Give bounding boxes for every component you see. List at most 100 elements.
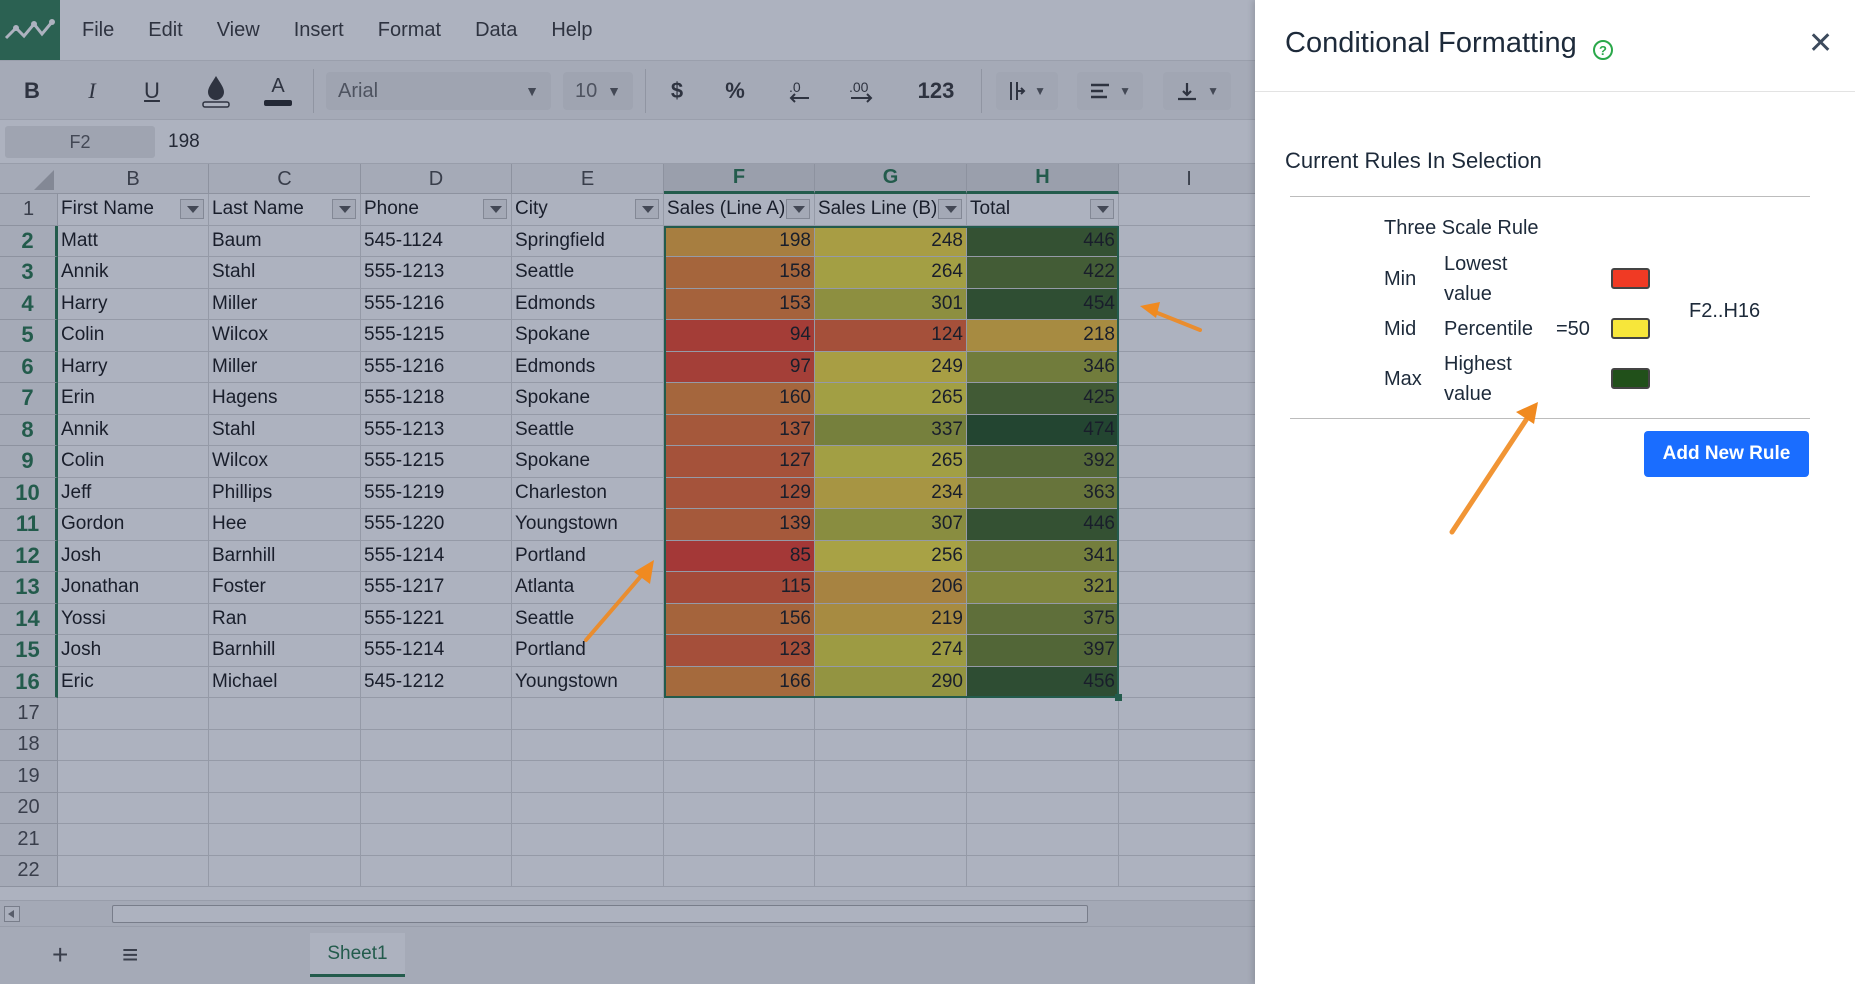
table-cell[interactable]: 307 [815, 509, 967, 541]
table-cell[interactable]: 555-1215 [361, 446, 512, 478]
empty-cell[interactable] [1119, 194, 1260, 226]
table-cell[interactable]: 156 [664, 603, 815, 635]
table-cell[interactable]: Ran [209, 603, 361, 635]
row-header-5[interactable]: 5 [0, 320, 58, 352]
filter-dropdown-icon[interactable] [180, 199, 204, 219]
empty-cell[interactable] [1119, 509, 1260, 541]
table-cell[interactable]: 555-1214 [361, 540, 512, 572]
empty-cell[interactable] [1119, 855, 1260, 887]
underline-button[interactable]: U [132, 69, 172, 113]
table-cell[interactable]: 115 [664, 572, 815, 604]
add-sheet-icon[interactable]: + [52, 939, 68, 971]
table-cell[interactable]: 198 [664, 225, 815, 257]
empty-cell[interactable] [1119, 824, 1260, 856]
empty-cell[interactable] [361, 698, 512, 730]
header-cell[interactable]: Last Name [209, 194, 361, 226]
table-cell[interactable]: Hee [209, 509, 361, 541]
borders-select[interactable]: ▼ [996, 72, 1058, 110]
empty-cell[interactable] [58, 824, 209, 856]
table-cell[interactable]: 85 [664, 540, 815, 572]
table-cell[interactable]: 555-1215 [361, 320, 512, 352]
table-cell[interactable]: 454 [967, 288, 1119, 320]
empty-cell[interactable] [512, 792, 664, 824]
empty-cell[interactable] [512, 855, 664, 887]
spreadsheet-grid[interactable]: BCDEFGHI 1 First Name Last Name Phone City Sa… [0, 164, 1260, 894]
table-cell[interactable]: 555-1216 [361, 351, 512, 383]
table-cell[interactable]: Stahl [209, 257, 361, 289]
table-cell[interactable]: 153 [664, 288, 815, 320]
table-cell[interactable]: 160 [664, 383, 815, 415]
header-cell[interactable]: City [512, 194, 664, 226]
table-cell[interactable]: 397 [967, 635, 1119, 667]
column-header-e[interactable]: E [512, 164, 664, 194]
table-cell[interactable]: Youngstown [512, 666, 664, 698]
empty-cell[interactable] [58, 761, 209, 793]
table-cell[interactable]: 274 [815, 635, 967, 667]
table-cell[interactable]: 555-1213 [361, 414, 512, 446]
table-cell[interactable]: 264 [815, 257, 967, 289]
empty-cell[interactable] [1119, 351, 1260, 383]
help-icon[interactable]: ? [1593, 40, 1613, 60]
menu-format[interactable]: Format [378, 19, 441, 42]
table-cell[interactable]: Seattle [512, 603, 664, 635]
table-cell[interactable]: Annik [58, 257, 209, 289]
header-cell[interactable]: Phone [361, 194, 512, 226]
table-cell[interactable]: Edmonds [512, 288, 664, 320]
empty-cell[interactable] [1119, 540, 1260, 572]
table-cell[interactable]: 127 [664, 446, 815, 478]
table-cell[interactable]: Harry [58, 288, 209, 320]
sheet-list-icon[interactable]: ≡ [122, 939, 138, 971]
empty-cell[interactable] [209, 729, 361, 761]
empty-cell[interactable] [1119, 320, 1260, 352]
table-cell[interactable]: 555-1221 [361, 603, 512, 635]
header-cell[interactable]: Total [967, 194, 1119, 226]
row-header-20[interactable]: 20 [0, 792, 58, 824]
row-header-17[interactable]: 17 [0, 698, 58, 730]
empty-cell[interactable] [664, 855, 815, 887]
empty-cell[interactable] [967, 729, 1119, 761]
table-cell[interactable]: 256 [815, 540, 967, 572]
empty-cell[interactable] [361, 729, 512, 761]
empty-cell[interactable] [1119, 572, 1260, 604]
table-cell[interactable]: Seattle [512, 257, 664, 289]
table-cell[interactable]: Spokane [512, 320, 664, 352]
table-cell[interactable]: 446 [967, 225, 1119, 257]
empty-cell[interactable] [967, 698, 1119, 730]
table-cell[interactable]: 290 [815, 666, 967, 698]
row-header-1[interactable]: 1 [0, 194, 58, 226]
table-cell[interactable]: Hagens [209, 383, 361, 415]
table-cell[interactable]: 206 [815, 572, 967, 604]
empty-cell[interactable] [1119, 729, 1260, 761]
table-cell[interactable]: Jeff [58, 477, 209, 509]
empty-cell[interactable] [361, 824, 512, 856]
empty-cell[interactable] [815, 761, 967, 793]
row-header-16[interactable]: 16 [0, 666, 58, 698]
table-cell[interactable]: Edmonds [512, 351, 664, 383]
table-cell[interactable]: Josh [58, 635, 209, 667]
italic-button[interactable]: I [72, 69, 112, 113]
table-cell[interactable]: 555-1217 [361, 572, 512, 604]
row-header-6[interactable]: 6 [0, 351, 58, 383]
row-header-8[interactable]: 8 [0, 414, 58, 446]
empty-cell[interactable] [209, 855, 361, 887]
cell-reference-box[interactable]: F2 [5, 126, 155, 158]
row-header-22[interactable]: 22 [0, 855, 58, 887]
empty-cell[interactable] [1119, 257, 1260, 289]
table-cell[interactable]: Yossi [58, 603, 209, 635]
empty-cell[interactable] [361, 792, 512, 824]
row-header-7[interactable]: 7 [0, 383, 58, 415]
empty-cell[interactable] [1119, 446, 1260, 478]
row-header-21[interactable]: 21 [0, 824, 58, 856]
table-cell[interactable]: 375 [967, 603, 1119, 635]
empty-cell[interactable] [664, 824, 815, 856]
empty-cell[interactable] [1119, 635, 1260, 667]
menu-help[interactable]: Help [551, 19, 592, 42]
empty-cell[interactable] [1119, 792, 1260, 824]
table-cell[interactable]: 555-1218 [361, 383, 512, 415]
table-cell[interactable]: Josh [58, 540, 209, 572]
table-cell[interactable]: 555-1213 [361, 257, 512, 289]
empty-cell[interactable] [1119, 225, 1260, 257]
filter-dropdown-icon[interactable] [635, 199, 659, 219]
empty-cell[interactable] [815, 792, 967, 824]
table-cell[interactable]: 124 [815, 320, 967, 352]
